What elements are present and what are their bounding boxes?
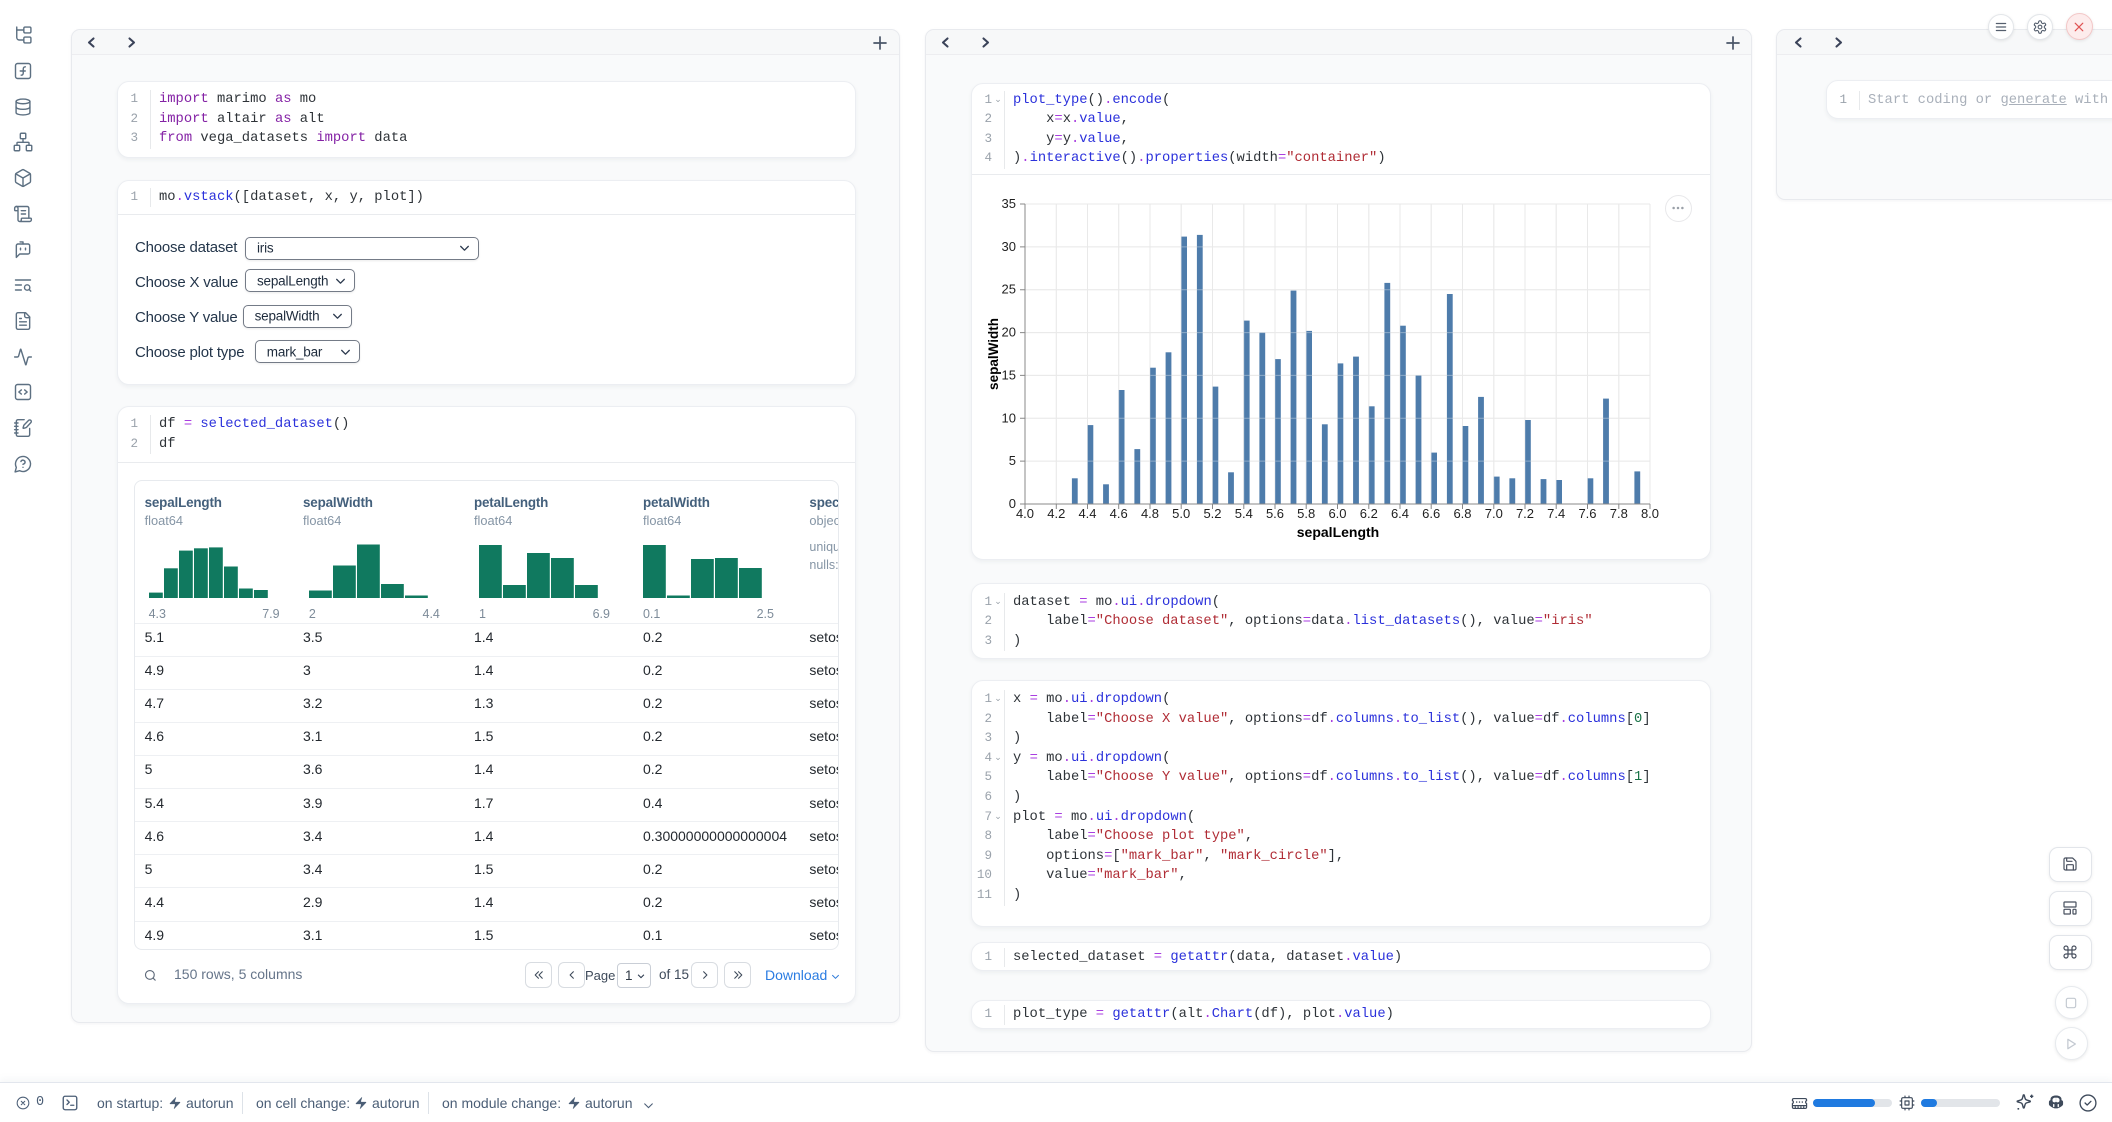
svg-text:8.0: 8.0 — [1641, 506, 1659, 521]
svg-text:5.0: 5.0 — [1172, 506, 1190, 521]
svg-text:30: 30 — [1002, 239, 1016, 254]
svg-text:sepalWidth: sepalWidth — [986, 318, 1001, 390]
svg-text:10: 10 — [1002, 410, 1016, 425]
svg-text:sepalLength: sepalLength — [1297, 524, 1379, 540]
svg-text:6.0: 6.0 — [1328, 506, 1346, 521]
svg-text:4.4: 4.4 — [1078, 506, 1096, 521]
svg-text:5: 5 — [1009, 453, 1016, 468]
svg-text:6.8: 6.8 — [1453, 506, 1471, 521]
svg-text:25: 25 — [1002, 282, 1016, 297]
svg-text:7.2: 7.2 — [1516, 506, 1534, 521]
svg-text:4.6: 4.6 — [1110, 506, 1128, 521]
svg-text:5.2: 5.2 — [1203, 506, 1221, 521]
svg-text:6.2: 6.2 — [1360, 506, 1378, 521]
svg-text:7.8: 7.8 — [1610, 506, 1628, 521]
svg-text:15: 15 — [1002, 367, 1016, 382]
svg-text:4.8: 4.8 — [1141, 506, 1159, 521]
svg-text:6.4: 6.4 — [1391, 506, 1409, 521]
svg-text:5.6: 5.6 — [1266, 506, 1284, 521]
svg-text:4.2: 4.2 — [1047, 506, 1065, 521]
svg-text:5.4: 5.4 — [1235, 506, 1253, 521]
svg-text:20: 20 — [1002, 325, 1016, 340]
svg-text:4.0: 4.0 — [1016, 506, 1034, 521]
svg-text:7.6: 7.6 — [1578, 506, 1596, 521]
svg-text:6.6: 6.6 — [1422, 506, 1440, 521]
svg-text:5.8: 5.8 — [1297, 506, 1315, 521]
svg-text:7.0: 7.0 — [1485, 506, 1503, 521]
svg-text:0: 0 — [1009, 496, 1016, 511]
svg-text:7.4: 7.4 — [1547, 506, 1565, 521]
svg-text:35: 35 — [1002, 196, 1016, 211]
